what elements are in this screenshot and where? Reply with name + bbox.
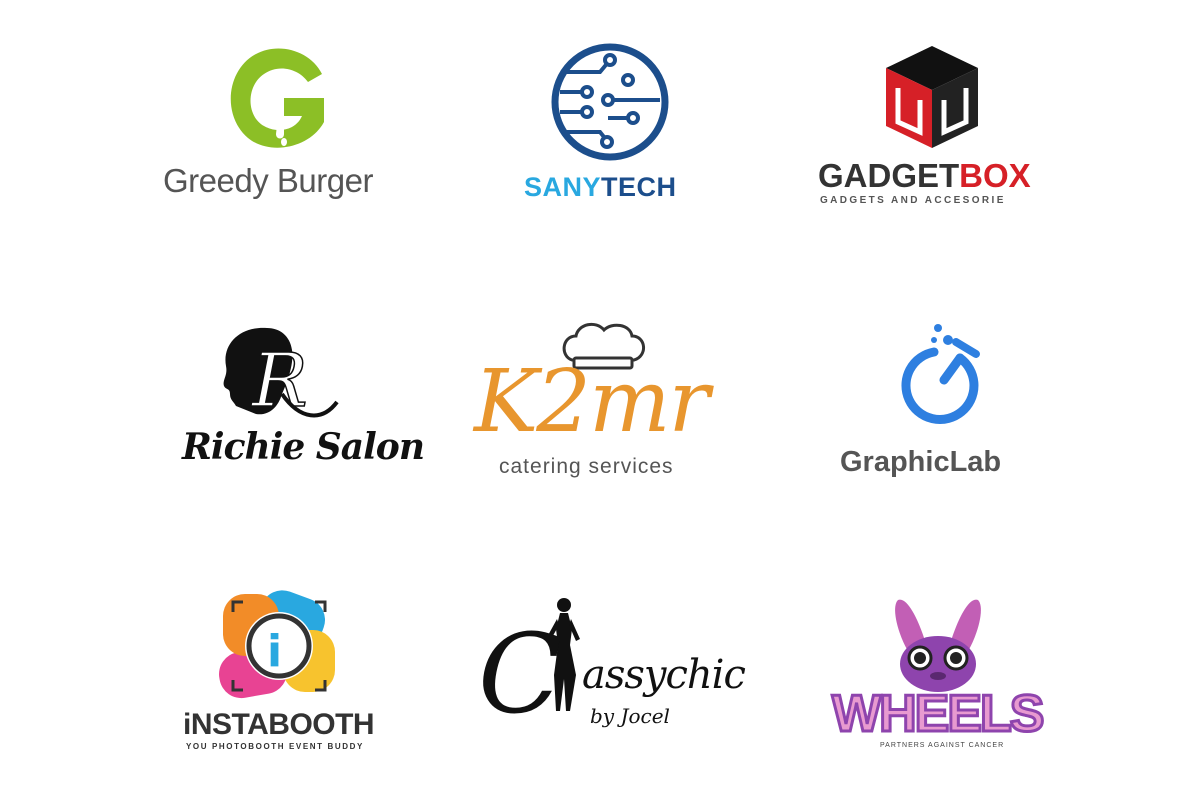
woman-profile-icon: R <box>223 327 339 425</box>
classychic-signature: by Jocel <box>590 704 670 728</box>
wheels-wordmark: WHEELS <box>830 684 1045 745</box>
classychic-initial: C <box>478 610 563 738</box>
circuit-circle-icon <box>551 43 669 161</box>
gadgetbox-tagline: GADGETS AND ACCESORIE <box>820 195 1006 206</box>
box-cube-icon <box>886 46 978 148</box>
sanytech-part2: TECH <box>601 172 677 202</box>
greedy-burger-emblem-icon <box>230 48 324 148</box>
graphiclab-wordmark: GraphicLab <box>840 446 1002 478</box>
richie-salon-wordmark: Richie Salon <box>182 426 425 468</box>
flask-g-icon <box>901 324 980 424</box>
gadgetbox-wordmark: GADGETBOX <box>818 157 1031 195</box>
gadgetbox-part2: BOX <box>959 157 1031 194</box>
instabooth-wordmark: iNSTABOOTH <box>183 708 375 741</box>
sanytech-wordmark: SANYTECH <box>524 172 677 203</box>
wheels-tagline: PARTNERS AGAINST CANCER <box>880 742 1005 749</box>
classychic-wordmark: assychic <box>582 652 746 698</box>
camera-lens-icon: i <box>219 590 335 699</box>
sanytech-part1: SANY <box>524 172 602 202</box>
k2mr-wordmark: K2mr <box>474 352 710 452</box>
gadgetbox-part1: GADGET <box>818 157 960 194</box>
alien-creature-icon <box>895 599 981 692</box>
svg-text:i: i <box>267 626 282 677</box>
instabooth-tagline: YOU PHOTOBOOTH EVENT BUDDY <box>186 742 364 751</box>
greedy-burger-wordmark: Greedy Burger <box>163 162 373 199</box>
k2mr-tagline: catering services <box>499 455 674 478</box>
